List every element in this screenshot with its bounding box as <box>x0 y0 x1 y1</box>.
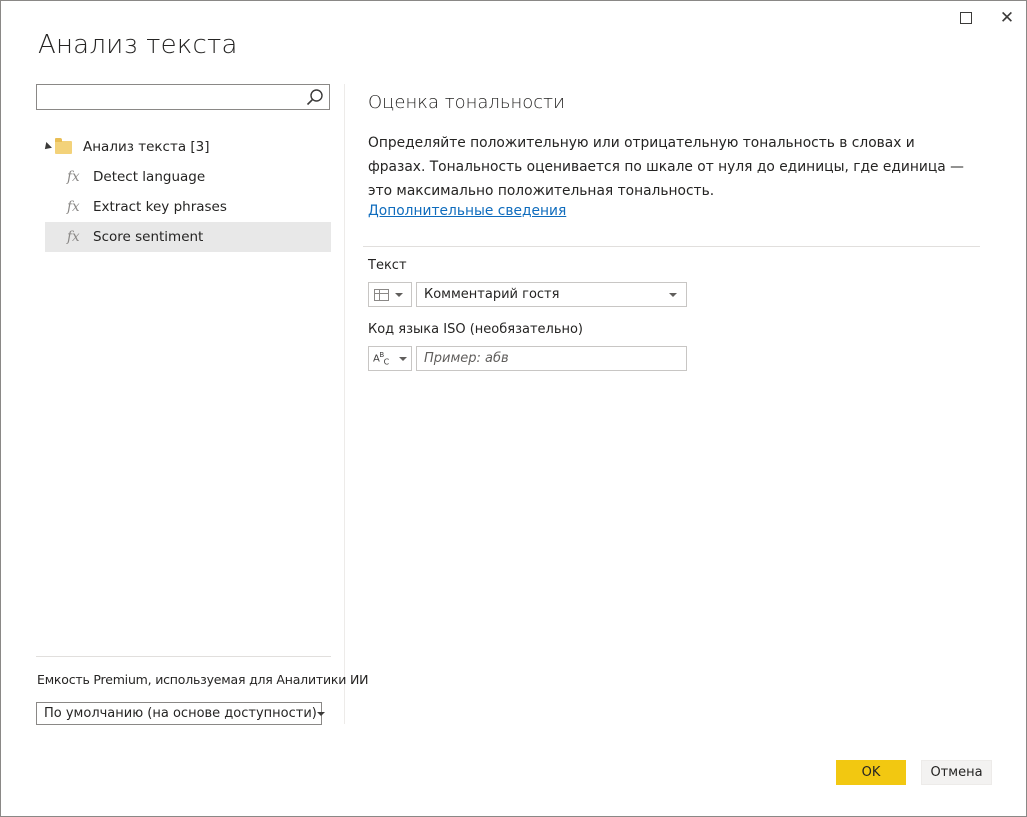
capacity-label: Емкость Premium, используемая для Аналит… <box>37 672 369 687</box>
maximize-button[interactable] <box>954 7 978 29</box>
tree-item-extract-key-phrases[interactable]: fx Extract key phrases <box>45 192 331 222</box>
section-title: Оценка тональности <box>368 92 565 113</box>
tree-folder-label: Анализ текста [3] <box>83 139 210 155</box>
function-icon: fx <box>67 229 80 245</box>
close-icon: ✕ <box>999 7 1015 28</box>
search-icon[interactable] <box>305 88 325 107</box>
ok-button[interactable]: OK <box>836 760 906 785</box>
text-field-label: Текст <box>368 258 407 273</box>
chevron-down-icon <box>316 711 325 716</box>
tree-item-detect-language[interactable]: fx Detect language <box>45 162 331 192</box>
chevron-down-icon <box>399 356 407 361</box>
tree-item-label: Detect language <box>93 169 206 185</box>
text-abc-icon: ABC <box>373 350 389 367</box>
tree-item-score-sentiment[interactable]: fx Score sentiment <box>45 222 331 252</box>
tree-folder-text-analytics[interactable]: Анализ текста [3] <box>42 132 331 162</box>
function-description: Определяйте положительную или отрицатель… <box>368 135 964 199</box>
folder-icon <box>55 137 72 154</box>
text-type-dropdown[interactable] <box>368 282 412 307</box>
chevron-down-icon <box>669 292 677 297</box>
chevron-down-icon <box>395 292 403 297</box>
pane-divider <box>344 84 345 724</box>
tree-item-label: Score sentiment <box>93 229 204 245</box>
search-input[interactable] <box>41 86 300 110</box>
expand-caret-icon[interactable] <box>42 142 52 152</box>
function-icon: fx <box>67 169 80 185</box>
text-column-dropdown[interactable]: Комментарий гостя <box>416 282 687 307</box>
function-tree: Анализ текста [3] fx Detect language fx … <box>42 132 331 252</box>
dialog-title: Анализ текста <box>38 30 238 60</box>
column-table-icon <box>374 288 389 301</box>
left-divider <box>36 656 331 657</box>
capacity-dropdown[interactable]: По умолчанию (на основе доступности) <box>36 702 325 725</box>
right-divider <box>363 246 980 247</box>
iso-field-label: Код языка ISO (необязательно) <box>368 322 584 337</box>
learn-more-link[interactable]: Дополнительные сведения <box>368 203 566 219</box>
search-box[interactable] <box>36 84 330 110</box>
text-column-value: Комментарий гостя <box>424 287 560 302</box>
function-icon: fx <box>67 199 80 215</box>
maximize-icon <box>960 12 972 24</box>
iso-language-input[interactable] <box>416 346 687 371</box>
close-button[interactable]: ✕ <box>995 7 1019 29</box>
cancel-button[interactable]: Отмена <box>921 760 992 785</box>
capacity-value: По умолчанию (на основе доступности) <box>44 706 317 721</box>
iso-type-dropdown[interactable]: ABC <box>368 346 412 371</box>
tree-item-label: Extract key phrases <box>93 199 227 215</box>
text-analytics-dialog: ✕ Анализ текста Анализ текста [3] fx Det… <box>0 0 1027 817</box>
